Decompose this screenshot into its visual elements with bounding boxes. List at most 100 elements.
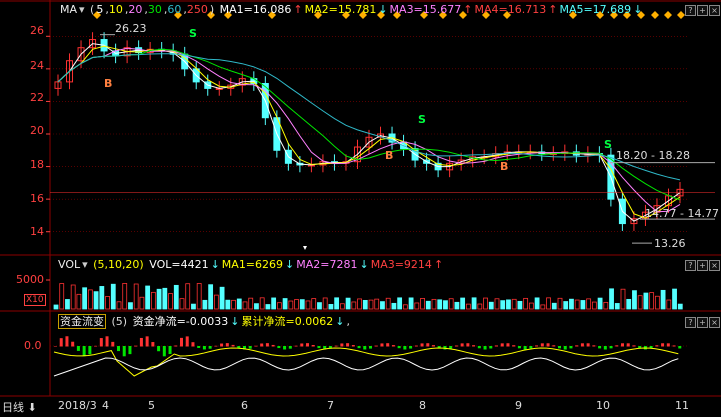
volume-bar	[53, 304, 59, 310]
ma-indicator-name[interactable]: MA	[60, 3, 77, 16]
flow-bar	[340, 343, 344, 347]
volume-bar	[517, 300, 523, 310]
volume-bar	[660, 289, 666, 310]
flow-bar	[380, 343, 384, 347]
flow-bar	[202, 346, 206, 350]
volume-bar	[603, 301, 609, 310]
date-label-9: 11	[675, 399, 689, 412]
vol-ma3-value: MA3=9214	[370, 258, 432, 271]
cursor-indicator-icon	[303, 246, 307, 250]
period-selector[interactable]: 日线 ⬇	[2, 399, 37, 415]
event-marker-icon	[651, 11, 659, 19]
volume-bar	[339, 303, 345, 310]
vol-params: (5,10,20)	[93, 258, 144, 271]
volume-bar	[116, 301, 122, 310]
volume-bar	[219, 286, 225, 310]
flow-close-button[interactable]: ×	[709, 317, 720, 328]
vol-dropdown-icon[interactable]: ▾	[82, 258, 88, 271]
flow-bar	[575, 345, 579, 347]
ma-param-1: 5	[96, 3, 104, 16]
volume-bar	[460, 297, 466, 310]
flow-bar	[391, 345, 395, 347]
flow-bar	[88, 346, 92, 355]
ma-legend: MA ▾ (5,10,20,30,60,250) MA1=16.086 ↑ MA2=1…	[60, 3, 643, 16]
flow-indicator-name[interactable]: 资金流变	[58, 314, 106, 329]
flow-bar	[540, 343, 544, 347]
volume-bar	[322, 297, 328, 310]
volume-bar	[591, 301, 597, 310]
flow-settings-button[interactable]: +	[697, 317, 708, 328]
vol-settings-button[interactable]: +	[697, 260, 708, 271]
ma5-down-arrow-icon: ↓	[633, 3, 643, 16]
flow-bar	[397, 346, 401, 349]
volume-bar	[614, 303, 620, 310]
flow-bar	[420, 343, 424, 347]
flow-bar	[134, 345, 138, 347]
volume-bar	[528, 302, 534, 310]
volume-bar	[643, 292, 649, 310]
flow-help-button[interactable]: ?	[685, 317, 696, 328]
vol-ma2-value: MA2=7281	[296, 258, 358, 271]
vol-down-arrow-icon: ↓	[210, 258, 220, 271]
volume-bar	[248, 297, 254, 310]
main-settings-button[interactable]: +	[697, 5, 708, 16]
volume-bar	[288, 300, 294, 310]
flow-bar	[185, 336, 189, 347]
flow-bar	[191, 342, 195, 347]
ma2-down-arrow-icon: ↓	[378, 3, 388, 16]
vol-close-button[interactable]: ×	[709, 260, 720, 271]
ma5-line	[57, 53, 681, 181]
volume-bar	[546, 297, 551, 310]
flow-cumulative-line	[53, 347, 679, 377]
vol-indicator-name[interactable]: VOL	[58, 258, 80, 271]
price-tick-16: 16	[30, 192, 44, 205]
main-close-button[interactable]: ×	[709, 5, 720, 16]
date-label-5: 7	[327, 399, 334, 412]
volume-bar	[254, 303, 259, 310]
volume-bar	[265, 304, 271, 310]
ma2-value: MA2=15.781	[304, 3, 377, 16]
flow-bar	[426, 343, 430, 347]
flow-bar	[265, 343, 269, 347]
flow-bar	[59, 338, 63, 347]
flow-bar	[563, 346, 567, 350]
flow-bar	[260, 343, 264, 347]
volume-bar	[488, 301, 494, 310]
flow-bar	[615, 345, 619, 347]
flow-bar	[489, 346, 493, 349]
date-label-3: 5	[148, 399, 155, 412]
volume-bar	[311, 298, 317, 310]
ma3-up-arrow-icon: ↑	[463, 3, 473, 16]
ma-dropdown-icon[interactable]: ▾	[79, 3, 85, 16]
flow-bar	[111, 341, 115, 347]
flow-bar	[334, 345, 338, 347]
date-label-6: 8	[419, 399, 426, 412]
volume-bar	[236, 298, 242, 310]
ma-param-2: 10	[108, 3, 123, 16]
flow-bar	[552, 345, 556, 347]
volume-bar	[231, 299, 236, 310]
flow-bar	[145, 336, 149, 347]
vol-help-button[interactable]: ?	[685, 260, 696, 271]
flow-bar	[609, 346, 613, 349]
flow-bar	[386, 343, 390, 347]
flow-bar	[248, 346, 252, 349]
flow-bar	[117, 346, 120, 352]
flow-bar	[546, 343, 550, 347]
flow-bar	[162, 346, 166, 357]
vol-ma2-down-arrow-icon: ↓	[359, 258, 369, 271]
volume-bar	[179, 298, 185, 310]
volume-bar	[294, 299, 299, 310]
volume-bar	[271, 297, 277, 310]
volume-bar	[93, 291, 99, 310]
volume-bar	[632, 290, 637, 310]
flow-bar	[592, 345, 596, 347]
flow-bar	[174, 345, 178, 347]
period-down-arrow-icon: ⬇	[24, 401, 37, 414]
volume-bar	[494, 298, 500, 310]
price-tick-22: 22	[30, 91, 44, 104]
flow-bar	[495, 345, 498, 347]
flow-bar	[346, 343, 350, 347]
main-help-button[interactable]: ?	[685, 5, 696, 16]
volume-bar	[162, 287, 168, 310]
